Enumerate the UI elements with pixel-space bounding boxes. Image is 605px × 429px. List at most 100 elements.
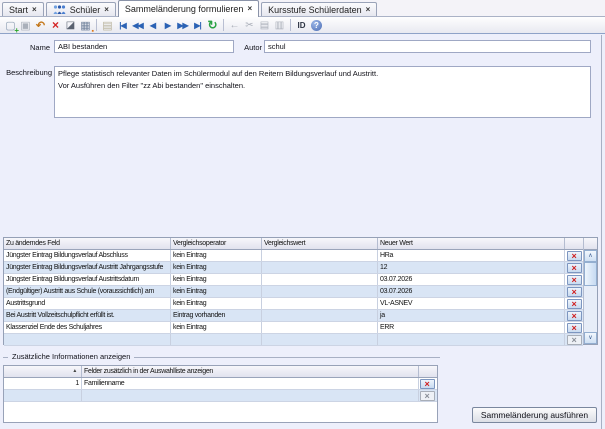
scrollbar-header-spacer [584,238,597,250]
cell-neuer-wert[interactable]: ERR [378,322,565,333]
cell-operator[interactable]: kein Eintrag [171,298,262,309]
nav-first-button[interactable]: |◀ [115,18,130,33]
cell-wert[interactable] [262,274,378,285]
cut-button[interactable]: ✂ [242,18,257,33]
cell-feld[interactable]: (Endgültiger) Austritt aus Schule (vorau… [4,286,171,297]
table-row[interactable]: Jüngster Eintrag Bildungsverlauf Abschlu… [4,250,583,262]
autor-input[interactable] [264,40,591,53]
cell-feld[interactable] [4,334,171,345]
cell-wert[interactable] [262,262,378,273]
delete-row-button[interactable]: × [567,275,582,285]
tab-sammelaenderung-formulieren[interactable]: Sammeländerung formulieren × [118,0,259,17]
table-row[interactable]: Jüngster Eintrag Bildungsverlauf Austrit… [4,274,583,286]
table-row[interactable]: Bei Austritt Vollzeitschulpflicht erfüll… [4,310,583,322]
list-item-empty[interactable]: × [4,390,437,402]
nav-next-button[interactable]: ▶ [160,18,175,33]
grid-settings-button[interactable]: ▦ ▪ [78,18,93,33]
clear-row-button[interactable]: × [567,335,582,345]
nav-last-button[interactable]: ▶| [190,18,205,33]
delete-row-button[interactable]: × [567,299,582,309]
cell-feld[interactable]: Jüngster Eintrag Bildungsverlauf Austrit… [4,274,171,285]
undo-changes-button[interactable]: ↶ [33,18,48,33]
cell-wert[interactable] [262,250,378,261]
table-row[interactable]: Klassenziel Ende des Schuljahres kein Ei… [4,322,583,334]
close-icon[interactable]: × [104,6,109,14]
list-item[interactable]: 1 Familienname × [4,378,437,390]
students-icon [53,5,66,15]
cell-feld[interactable]: Familienname [82,378,419,389]
delete-row-button[interactable]: × [567,323,582,333]
cell-operator[interactable]: kein Eintrag [171,286,262,297]
cell-operator[interactable] [171,334,262,345]
cell-neuer-wert[interactable]: 12 [378,262,565,273]
copy-button[interactable]: ▤ [257,18,272,33]
cell-operator[interactable]: kein Eintrag [171,274,262,285]
cell-wert[interactable] [262,286,378,297]
nav-last-icon: ▶| [194,21,200,30]
cell-feld[interactable]: Jüngster Eintrag Bildungsverlauf Abschlu… [4,250,171,261]
tab-kursstufe-schuelerdaten[interactable]: Kursstufe Schülerdaten × [261,2,377,16]
clear-row-button[interactable]: × [420,391,435,401]
cell-feld[interactable] [82,390,419,401]
help-button[interactable]: ? [309,18,324,33]
cell-feld[interactable]: Jüngster Eintrag Bildungsverlauf Austrit… [4,262,171,273]
delete-row-button[interactable]: × [567,251,582,261]
cell-operator[interactable]: kein Eintrag [171,250,262,261]
scrollbar-track[interactable] [584,286,597,332]
delete-row-button[interactable]: × [567,311,582,321]
cell-neuer-wert[interactable] [378,334,565,345]
locate-record-button[interactable]: ◪ [63,18,78,33]
cell-neuer-wert[interactable]: 03.07.2026 [378,286,565,297]
tab-label: Schüler [70,5,101,15]
additional-info-header[interactable]: ▲ Felder zusätzlich in der Auswahlliste … [4,366,437,378]
back-button[interactable]: ← [227,18,242,33]
table-row-empty[interactable]: × [4,334,583,346]
scroll-down-button[interactable]: ∨ [584,332,597,344]
table-row[interactable]: Austrittsgrund kein Eintrag VL-ASNEV × [4,298,583,310]
delete-row-button[interactable]: × [567,287,582,297]
column-header-neuer-wert: Neuer Wert [378,238,565,249]
refresh-button[interactable]: ↻ [205,18,220,33]
vertical-scrollbar[interactable]: ∧ ∨ [583,238,597,344]
scrollbar-thumb[interactable] [584,262,597,286]
id-toggle-button[interactable]: ID [294,18,309,33]
nav-fast-next-button[interactable]: ▶▶ [175,18,190,33]
cell-wert[interactable] [262,322,378,333]
toolbar-separator [223,19,224,31]
copy-record-button[interactable]: ▤ [100,18,115,33]
cell-operator[interactable]: Eintrag vorhanden [171,310,262,321]
execute-sammelaenderung-button[interactable]: Sammeländerung ausführen [472,407,597,423]
cell-wert[interactable] [262,334,378,345]
cell-feld[interactable]: Klassenziel Ende des Schuljahres [4,322,171,333]
table-row[interactable]: Jüngster Eintrag Bildungsverlauf Austrit… [4,262,583,274]
nav-fast-prev-button[interactable]: ◀◀ [130,18,145,33]
close-icon[interactable]: × [366,6,371,14]
cell-operator[interactable]: kein Eintrag [171,262,262,273]
cell-neuer-wert[interactable]: HRa [378,250,565,261]
cell-feld[interactable]: Bei Austritt Vollzeitschulpflicht erfüll… [4,310,171,321]
save-record-button[interactable]: ▣ [18,18,33,33]
tab-start[interactable]: Start × [2,2,44,16]
scroll-up-button[interactable]: ∧ [584,250,597,262]
cell-neuer-wert[interactable]: 03.07.2026 [378,274,565,285]
cell-wert[interactable] [262,310,378,321]
new-record-button[interactable]: ▢ + [3,18,18,33]
cell-neuer-wert[interactable]: ja [378,310,565,321]
delete-row-button[interactable]: × [567,263,582,273]
cell-wert[interactable] [262,298,378,309]
tab-bar: Start × Schüler × Sammeländerung formuli… [0,0,605,17]
cell-neuer-wert[interactable]: VL-ASNEV [378,298,565,309]
cell-operator[interactable]: kein Eintrag [171,322,262,333]
close-icon[interactable]: × [247,5,252,13]
tab-schueler[interactable]: Schüler × [46,2,116,16]
column-header-felder[interactable]: Felder zusätzlich in der Auswahlliste an… [82,366,419,377]
beschreibung-textarea[interactable]: Pflege statistisch relevanter Daten im S… [54,66,591,118]
close-icon[interactable]: × [32,6,37,14]
delete-record-button[interactable]: × [48,18,63,33]
name-input[interactable] [54,40,234,53]
paste-button[interactable]: ▥ [272,18,287,33]
cell-feld[interactable]: Austrittsgrund [4,298,171,309]
table-row[interactable]: (Endgültiger) Austritt aus Schule (vorau… [4,286,583,298]
delete-row-button[interactable]: × [420,379,435,389]
nav-prev-button[interactable]: ◀ [145,18,160,33]
